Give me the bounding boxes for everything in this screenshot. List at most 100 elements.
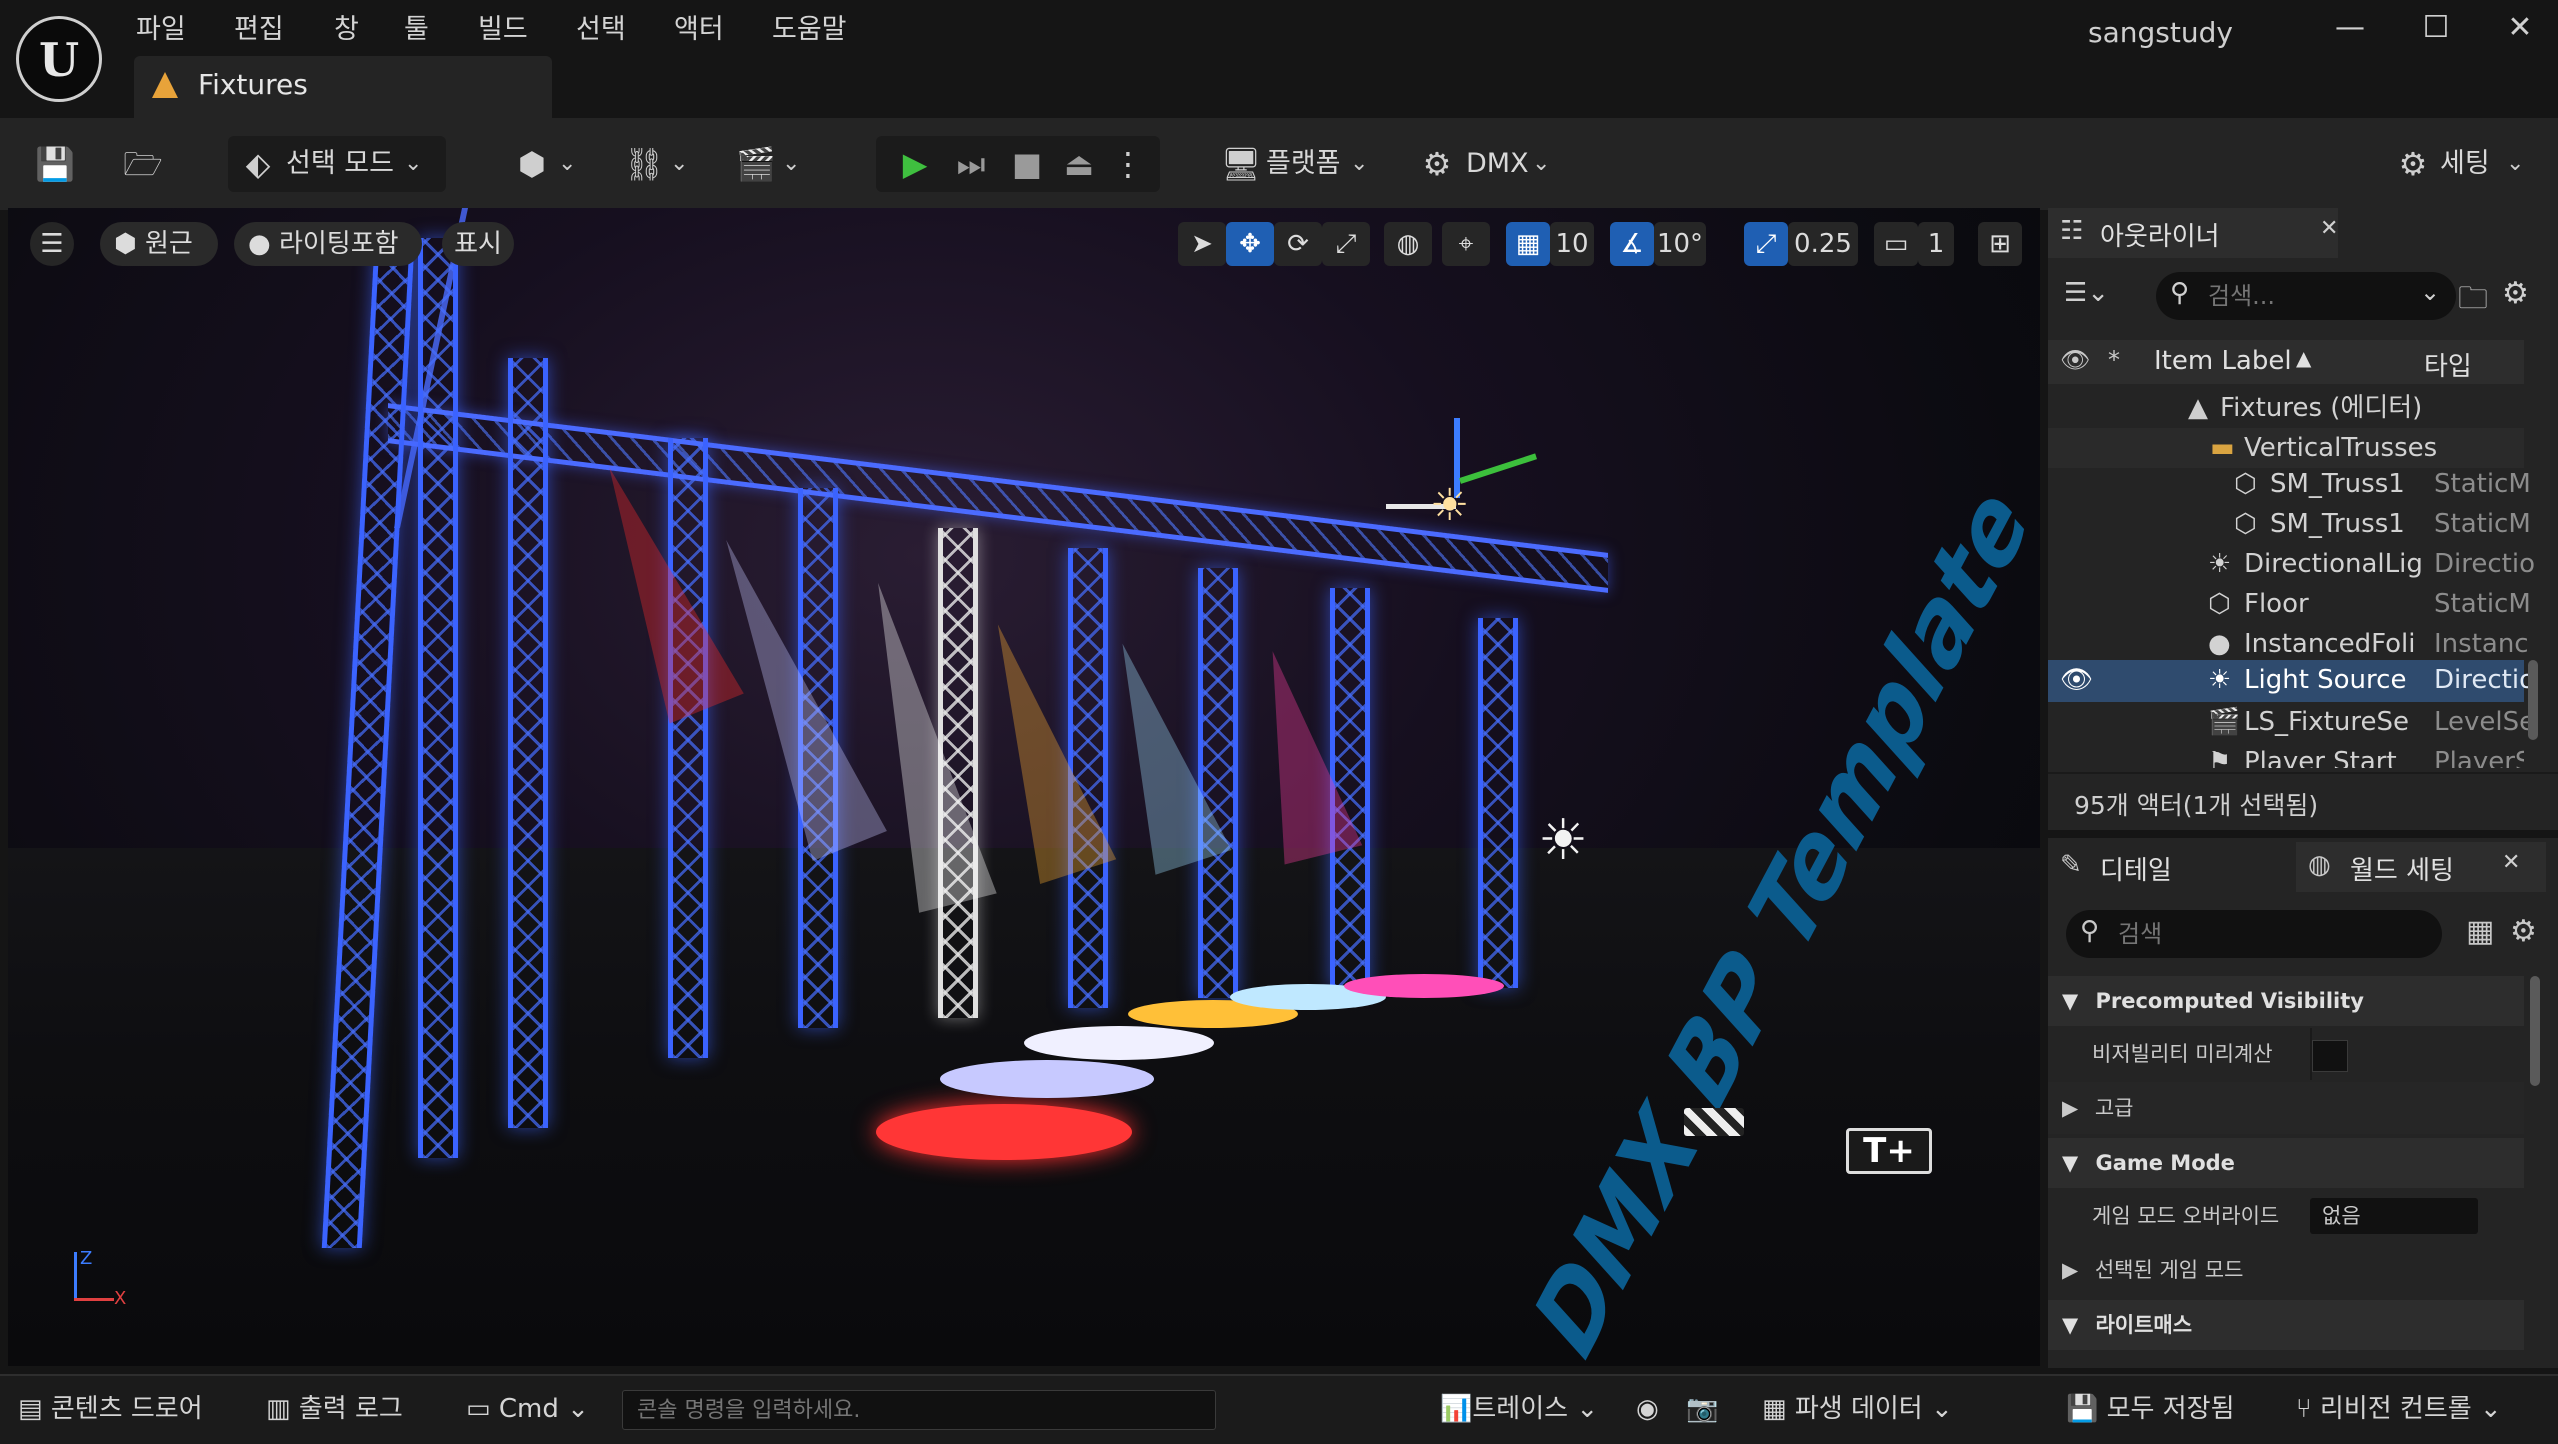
close-icon[interactable]: ✕ bbox=[2502, 850, 2520, 875]
dmx-label[interactable]: DMX bbox=[1466, 136, 1529, 192]
directional-light-icon[interactable]: ☀ bbox=[1430, 480, 1469, 531]
outliner-row[interactable]: ⚑ Player Start PlayerS bbox=[2048, 742, 2524, 768]
save-all-button[interactable]: 💾 모두 저장됨 bbox=[2066, 1384, 2235, 1434]
scale-tool-icon[interactable]: ⤢ bbox=[1322, 222, 1370, 266]
section-lightmass[interactable]: ▼ 라이트매스 bbox=[2048, 1300, 2524, 1350]
outliner-row[interactable]: ⬡ Floor StaticM bbox=[2048, 584, 2531, 624]
screenshot-icon[interactable]: 📷 bbox=[1686, 1384, 1718, 1434]
mode-select-button[interactable]: ⬖ 선택 모드 ⌄ bbox=[228, 136, 446, 192]
camera-speed-icon[interactable]: ▭ bbox=[1874, 222, 1918, 266]
viewport-layout-icon[interactable]: ⊞ bbox=[1978, 222, 2022, 266]
viewport-menu-icon[interactable]: ☰ bbox=[30, 222, 74, 266]
outliner-row[interactable]: ⬡ SM_Truss1 StaticM bbox=[2048, 504, 2531, 544]
level-sequence-clapper-icon[interactable] bbox=[1684, 1108, 1744, 1136]
show-button[interactable]: 표시 bbox=[442, 222, 514, 266]
chevron-down-icon[interactable]: ⌄ bbox=[2420, 278, 2440, 306]
revision-control-button[interactable]: ⑂ 리비전 컨트롤 ⌄ bbox=[2296, 1384, 2502, 1434]
level-viewport[interactable]: DMX BP Template ☀ ☀ T+ Z X ☰ ⬢ 원근 ● 라이팅포… bbox=[8, 208, 2040, 1366]
section-game-mode[interactable]: ▼ Game Mode bbox=[2048, 1138, 2524, 1188]
outliner-row[interactable]: ☀ DirectionalLig Directio bbox=[2048, 544, 2535, 584]
surface-snap-icon[interactable]: ⌖ bbox=[1442, 222, 1490, 266]
blueprint-icon[interactable]: ⛓ bbox=[618, 136, 670, 192]
chevron-down-icon[interactable]: ⌄ bbox=[782, 136, 800, 192]
menu-help[interactable]: 도움말 bbox=[772, 10, 847, 50]
scale-snap-icon[interactable]: ⤢ bbox=[1744, 222, 1788, 266]
outliner-settings-icon[interactable]: ⚙ bbox=[2502, 276, 2529, 311]
outliner-row[interactable]: ● InstancedFoli Instanc bbox=[2048, 624, 2529, 664]
rotate-tool-icon[interactable]: ⟳ bbox=[1274, 222, 1322, 266]
platform-label[interactable]: 플랫폼 bbox=[1266, 136, 1341, 192]
table-view-icon[interactable]: ▦ bbox=[2466, 914, 2494, 949]
chevron-down-icon[interactable]: ⌄ bbox=[1532, 136, 1550, 192]
select-tool-icon[interactable]: ➤ bbox=[1178, 222, 1226, 266]
visibility-eye-icon[interactable]: 👁 bbox=[2060, 660, 2093, 700]
prop-advanced[interactable]: ▶ 고급 bbox=[2048, 1082, 2524, 1134]
play-icon[interactable]: ▶ bbox=[890, 136, 940, 192]
console-input[interactable] bbox=[622, 1390, 1216, 1430]
menu-file[interactable]: 파일 bbox=[136, 10, 186, 50]
light-source-icon[interactable]: ☀ bbox=[1538, 808, 1588, 873]
settings-label[interactable]: 세팅 bbox=[2440, 136, 2490, 192]
trace-button[interactable]: 📊트레이스 ⌄ bbox=[1440, 1384, 1598, 1434]
translate-tool-icon[interactable]: ✥ bbox=[1226, 222, 1274, 266]
outliner-row-folder[interactable]: ▬ VerticalTrusses bbox=[2048, 428, 2524, 468]
outliner-row[interactable]: ⬡ SM_Truss1 StaticM bbox=[2048, 464, 2531, 504]
outliner-row-level[interactable]: ▲ Fixtures (에디터) bbox=[2048, 388, 2524, 428]
derived-data-button[interactable]: ▦ 파생 데이터 ⌄ bbox=[1762, 1384, 1953, 1434]
grid-snap-value[interactable]: 10 bbox=[1550, 222, 1594, 266]
menu-edit[interactable]: 편집 bbox=[234, 10, 284, 50]
content-drawer-button[interactable]: ▤ 콘텐츠 드로어 bbox=[18, 1384, 203, 1434]
pinned-star-icon[interactable]: * bbox=[2108, 346, 2120, 374]
item-label-column[interactable]: Item Label bbox=[2154, 346, 2292, 376]
details-scrollbar[interactable] bbox=[2530, 976, 2540, 1086]
cmd-dropdown[interactable]: ▭ Cmd ⌄ bbox=[466, 1384, 589, 1434]
game-mode-override-dropdown[interactable]: 없음 bbox=[2310, 1198, 2478, 1234]
section-precomputed-visibility[interactable]: ▼ Precomputed Visibility bbox=[2048, 976, 2524, 1026]
details-search-input[interactable] bbox=[2116, 914, 2420, 954]
chevron-down-icon[interactable]: ⌄ bbox=[2506, 136, 2524, 192]
menu-actor[interactable]: 액터 bbox=[674, 10, 724, 50]
grid-snap-icon[interactable]: ▦ bbox=[1506, 222, 1550, 266]
outliner-row-selected[interactable]: 👁 ☀ Light Source Directio bbox=[2048, 660, 2535, 702]
world-settings-tab[interactable]: ◍ 월드 세팅 ✕ bbox=[2296, 842, 2546, 892]
eject-icon[interactable]: ⏏ bbox=[1054, 136, 1104, 192]
outliner-search-box[interactable]: ⚲ ⌄ bbox=[2156, 272, 2456, 320]
unreal-logo-icon[interactable]: U bbox=[16, 16, 102, 102]
lighting-mode-button[interactable]: ● 라이팅포함 bbox=[234, 222, 422, 266]
world-local-icon[interactable]: ◍ bbox=[1384, 222, 1432, 266]
menu-tools[interactable]: 툴 bbox=[404, 10, 429, 50]
close-icon[interactable]: ✕ bbox=[2320, 216, 2338, 241]
add-folder-icon[interactable]: 🗀 bbox=[2458, 276, 2488, 327]
document-tab[interactable]: Fixtures bbox=[134, 56, 552, 118]
visibility-eye-icon[interactable]: 👁 bbox=[2060, 346, 2090, 374]
cinematics-icon[interactable]: 🎬 bbox=[730, 136, 782, 192]
outliner-scrollbar[interactable] bbox=[2528, 660, 2538, 740]
precompute-checkbox[interactable] bbox=[2312, 1040, 2348, 1072]
maximize-button[interactable]: ☐ bbox=[2406, 8, 2466, 48]
minimize-button[interactable]: — bbox=[2320, 8, 2380, 48]
browse-content-icon[interactable]: 🗁 bbox=[116, 136, 170, 192]
text-render-actor-icon[interactable]: T+ bbox=[1846, 1128, 1932, 1174]
add-actor-icon[interactable]: ⬢ bbox=[506, 136, 558, 192]
save-icon[interactable]: 💾 bbox=[30, 136, 80, 192]
outliner-search-input[interactable] bbox=[2206, 276, 2410, 316]
type-column[interactable]: 타입 bbox=[2424, 346, 2472, 383]
outliner-tab[interactable]: ☷ 아웃라이너 ✕ bbox=[2048, 208, 2338, 258]
menu-window[interactable]: 창 bbox=[334, 10, 359, 50]
menu-select[interactable]: 선택 bbox=[576, 10, 626, 50]
menu-build[interactable]: 빌드 bbox=[478, 10, 528, 50]
details-search-box[interactable]: ⚲ bbox=[2066, 910, 2442, 958]
chevron-down-icon[interactable]: ⌄ bbox=[1350, 136, 1368, 192]
camera-speed-value[interactable]: 1 bbox=[1918, 222, 1954, 266]
stop-icon[interactable]: ■ bbox=[1002, 136, 1052, 192]
rotation-snap-value[interactable]: 10° bbox=[1654, 222, 1706, 266]
filter-icon[interactable]: ☰⌄ bbox=[2064, 278, 2109, 308]
skip-icon[interactable]: ⏭ bbox=[946, 136, 996, 192]
scale-snap-value[interactable]: 0.25 bbox=[1788, 222, 1858, 266]
gizmo-y-axis[interactable] bbox=[1459, 453, 1538, 484]
rotation-snap-icon[interactable]: ∡ bbox=[1610, 222, 1654, 266]
record-icon[interactable]: ◉ bbox=[1636, 1384, 1659, 1434]
more-options-icon[interactable]: ⋮ bbox=[1108, 136, 1148, 192]
close-button[interactable]: ✕ bbox=[2490, 8, 2550, 48]
output-log-button[interactable]: ▥ 출력 로그 bbox=[266, 1384, 403, 1434]
